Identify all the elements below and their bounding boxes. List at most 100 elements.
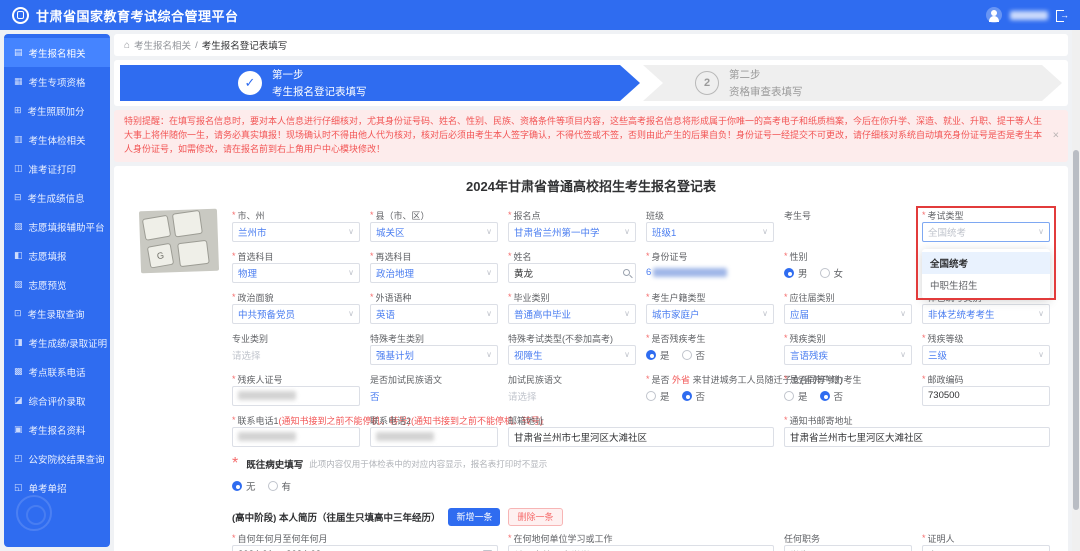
- dropdown-option-national[interactable]: 全国统考: [922, 251, 1050, 274]
- mail-addr-input[interactable]: 甘肃省兰州市七里河区大滩社区: [508, 426, 774, 447]
- duty-input[interactable]: 学生: [784, 544, 912, 551]
- city-select[interactable]: 兰州市 ∨: [232, 221, 360, 242]
- witness-input[interactable]: 奥巴马: [922, 544, 1050, 551]
- sidebar-item-application-fill[interactable]: ◧ 志愿填报: [4, 241, 110, 270]
- logout-icon[interactable]: [1056, 9, 1069, 22]
- same-level-yes-radio[interactable]: [784, 390, 794, 401]
- sports-art-select[interactable]: 非体艺统考考生 ∨: [922, 303, 1050, 324]
- major-type-select[interactable]: 请选择: [232, 345, 360, 365]
- sidebar-item-physical-exam[interactable]: ▥ 考生体检相关: [4, 125, 110, 154]
- same-level-no-radio[interactable]: [819, 390, 830, 401]
- delete-row-button[interactable]: 删除一条: [508, 507, 563, 526]
- scrollbar-thumb[interactable]: [1073, 150, 1079, 510]
- add-row-button[interactable]: 新增一条: [448, 507, 501, 526]
- candidate-photo: G: [138, 208, 220, 274]
- postcode-input[interactable]: 730500: [922, 385, 1050, 406]
- sidebar-item-registration-materials[interactable]: ▣ 考生报名资料: [4, 415, 110, 444]
- home-icon[interactable]: ⌂: [124, 40, 130, 51]
- sidebar-item-score-certificate[interactable]: ◨ 考生成绩/录取证明: [4, 328, 110, 357]
- phone2-input[interactable]: [370, 426, 498, 447]
- warning-text: 特别提醒：在填写报名信息时，要对本人信息进行仔细核对，尤其身份证号码、姓名、性别…: [124, 116, 1043, 154]
- foreign-lang-select[interactable]: 英语 ∨: [370, 303, 498, 324]
- reg-point-select[interactable]: 甘肃省兰州第一中学 ∨: [508, 221, 636, 242]
- breadcrumb-parent[interactable]: 考生报名相关: [134, 38, 191, 52]
- gender-male-radio[interactable]: [784, 267, 794, 278]
- place-input[interactable]: 兰州市第一中学学习: [508, 544, 774, 551]
- chevron-down-icon: ∨: [624, 350, 630, 360]
- sidebar-item-single-exam[interactable]: ◱ 单考单招: [4, 473, 110, 502]
- sidebar-item-admission-ticket-print[interactable]: ◫ 准考证打印: [4, 154, 110, 183]
- notice-addr-input[interactable]: 甘肃省兰州市七里河区大滩社区: [784, 426, 1050, 447]
- history-has-radio[interactable]: [267, 480, 278, 491]
- sidebar-item-special-qualification[interactable]: ▦ 考生专项资格: [4, 67, 110, 96]
- minority-lang-select[interactable]: 请选择: [508, 386, 636, 406]
- disable-cert-input[interactable]: [232, 385, 360, 406]
- field-gender: * 性别 男 女: [784, 251, 844, 280]
- sidebar-item-bonus-points[interactable]: ⊞ 考生照顾加分: [4, 96, 110, 125]
- county-select[interactable]: 城关区 ∨: [370, 221, 498, 242]
- special-exam-select[interactable]: 视障生 ∨: [508, 344, 636, 365]
- field-phone1: * 联系电话1 (通知书接到之前不能停机、转号): [232, 414, 411, 447]
- name-input[interactable]: 黄龙: [508, 262, 636, 283]
- assist-icon: ▧: [14, 221, 23, 231]
- exam-type-select[interactable]: 全国统考 ∨: [922, 221, 1050, 242]
- field-same-level: * 是否同等学力考生 是 否: [784, 374, 862, 403]
- step2-label: 第二步: [729, 69, 761, 81]
- history-hint: 此项内容仅用于体检表中的对应内容显示，报名表打印时不显示: [309, 458, 548, 469]
- breadcrumb: ⌂ 考生报名相关 / 考生报名登记表填写: [114, 34, 1068, 56]
- fresh-type-select[interactable]: 应届 ∨: [784, 303, 912, 324]
- grad-type-select[interactable]: 普通高中毕业 ∨: [508, 303, 636, 324]
- sidebar-item-site-phone[interactable]: ▩ 考点联系电话: [4, 357, 110, 386]
- field-postcode: * 邮政编码 730500: [922, 373, 1050, 406]
- user-name-redacted[interactable]: [1010, 10, 1048, 20]
- field-major-type: 专业类别 请选择: [232, 332, 360, 365]
- disable-cert-redacted: [238, 391, 296, 401]
- step-2: 2 第二步 资格审查表填写: [643, 65, 1062, 101]
- exam-type-dropdown: 全国统考 中职生招生: [922, 248, 1050, 299]
- result-icon: ◰: [14, 453, 23, 463]
- field-id-no: * 身份证号 6: [646, 250, 774, 283]
- chevron-down-icon: ∨: [624, 227, 630, 237]
- political-select[interactable]: 中共预备党员 ∨: [232, 303, 360, 324]
- magnifier-icon[interactable]: [623, 269, 630, 277]
- sidebar-item-admission-query[interactable]: ⊡ 考生录取查询: [4, 299, 110, 328]
- disabled-no-radio[interactable]: [681, 349, 692, 360]
- exam-no-value: [784, 222, 912, 242]
- class-select[interactable]: 班级1 ∨: [646, 221, 774, 242]
- history-none-radio[interactable]: [232, 480, 242, 491]
- user-avatar[interactable]: [986, 7, 1002, 23]
- special-cand-select[interactable]: 强基计划 ∨: [370, 344, 498, 365]
- phone1-input[interactable]: [232, 426, 360, 447]
- first-subject-select[interactable]: 物理 ∨: [232, 262, 360, 283]
- date-range-picker[interactable]: 2024-01 – 2024-03: [232, 544, 498, 551]
- chevron-down-icon: ∨: [1038, 309, 1044, 319]
- disabled-yes-radio[interactable]: [646, 349, 656, 360]
- materials-icon: ▣: [14, 424, 23, 434]
- breadcrumb-separator: /: [195, 39, 198, 51]
- migrant-yes-radio[interactable]: [646, 390, 656, 401]
- sidebar-item-score-info[interactable]: ⊟ 考生成绩信息: [4, 183, 110, 212]
- disable-level-select[interactable]: 三级 ∨: [922, 344, 1050, 365]
- sidebar-item-comprehensive-evaluation[interactable]: ◪ 综合评价录取: [4, 386, 110, 415]
- evaluation-icon: ◪: [14, 395, 23, 405]
- field-grad-type: * 毕业类别 普通高中毕业 ∨: [508, 291, 636, 324]
- field-reg-point: * 报名点 甘肃省兰州第一中学 ∨: [508, 209, 636, 242]
- disable-type-select[interactable]: 言语残疾 ∨: [784, 344, 912, 365]
- migrant-no-radio[interactable]: [681, 390, 692, 401]
- sidebar-item-registration[interactable]: ▤ 考生报名相关: [4, 38, 110, 67]
- sidebar-item-application-assist-platform[interactable]: ▧ 志愿填报辅助平台: [4, 212, 110, 241]
- check-icon: ✓: [238, 71, 262, 95]
- sidebar-item-application-preview[interactable]: ▨ 志愿预览: [4, 270, 110, 299]
- dropdown-option-vocational[interactable]: 中职生招生: [922, 274, 1050, 296]
- gender-female-radio[interactable]: [819, 267, 830, 278]
- field-disabled: * 是否残疾考生 是 否: [646, 333, 706, 362]
- sidebar-item-police-college-result[interactable]: ◰ 公安院校结果查询: [4, 444, 110, 473]
- hukou-type-select[interactable]: 城市家庭户 ∨: [646, 303, 774, 324]
- chevron-down-icon: ∨: [486, 227, 492, 237]
- id-no-value: 6: [646, 263, 774, 283]
- close-icon[interactable]: ×: [1053, 127, 1059, 144]
- phone-icon: ▩: [14, 366, 23, 376]
- re-subject-select[interactable]: 政治地理 ∨: [370, 262, 498, 283]
- step2-number: 2: [695, 71, 719, 95]
- single-exam-icon: ◱: [14, 482, 23, 492]
